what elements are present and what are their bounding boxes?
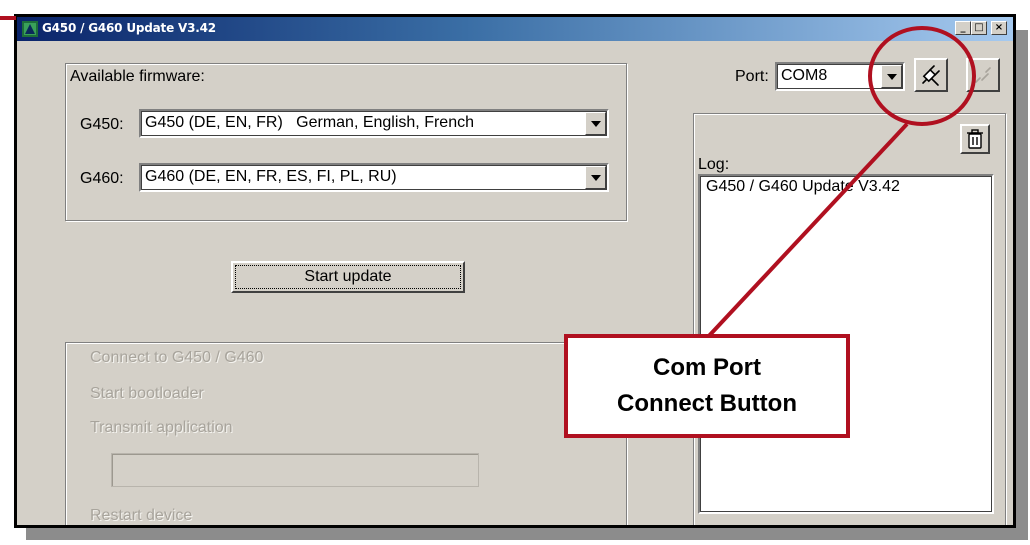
port-value: COM8 bbox=[781, 67, 828, 84]
chevron-down-icon[interactable] bbox=[881, 65, 902, 88]
port-select[interactable]: COM8 bbox=[775, 62, 905, 91]
chevron-down-icon[interactable] bbox=[585, 166, 606, 189]
g450-firmware-select[interactable]: G450 (DE, EN, FR) German, English, Frenc… bbox=[139, 109, 609, 138]
clear-log-button[interactable] bbox=[960, 124, 990, 154]
chevron-down-icon[interactable] bbox=[585, 112, 606, 135]
callout-line-2: Connect Button bbox=[617, 390, 797, 417]
log-line: G450 / G460 Update V3.42 bbox=[706, 178, 900, 195]
close-icon: × bbox=[994, 22, 1004, 33]
steps-group: Connect to G450 / G460 Start bootloader … bbox=[65, 342, 627, 525]
maximize-button[interactable]: □ bbox=[971, 21, 987, 35]
app-icon bbox=[22, 21, 38, 37]
g450-label: G450: bbox=[80, 116, 124, 133]
g460-label: G460: bbox=[80, 170, 124, 187]
g460-firmware-select[interactable]: G460 (DE, EN, FR, ES, FI, PL, RU) bbox=[139, 163, 609, 192]
app-window: G450 / G460 Update V3.42 _ □ × Available… bbox=[14, 14, 1016, 528]
trash-icon bbox=[967, 129, 983, 149]
callout-line-1: Com Port bbox=[653, 354, 761, 381]
g460-firmware-value: G460 (DE, EN, FR, ES, FI, PL, RU) bbox=[145, 168, 397, 185]
plug-icon bbox=[922, 65, 940, 86]
firmware-group: Available firmware: G450: G450 (DE, EN, … bbox=[65, 63, 627, 221]
firmware-group-label: Available firmware: bbox=[70, 68, 205, 85]
log-label: Log: bbox=[698, 156, 730, 173]
unplug-icon bbox=[975, 67, 991, 83]
start-update-button[interactable]: Start update bbox=[231, 261, 465, 293]
step-bootloader: Start bootloader bbox=[90, 385, 204, 402]
step-restart: Restart device bbox=[90, 507, 193, 524]
disconnect-button[interactable] bbox=[966, 58, 1000, 92]
step-connect: Connect to G450 / G460 bbox=[90, 349, 264, 366]
focus-rect bbox=[235, 265, 461, 289]
port-label: Port: bbox=[735, 68, 769, 85]
g450-firmware-value: G450 (DE, EN, FR) German, English, Frenc… bbox=[145, 114, 474, 131]
maximize-icon: □ bbox=[974, 22, 984, 33]
annotation-callout: Com Port Connect Button bbox=[564, 334, 850, 438]
title-bar[interactable]: G450 / G460 Update V3.42 _ □ × bbox=[17, 17, 1013, 41]
minimize-button[interactable]: _ bbox=[955, 21, 971, 35]
close-button[interactable]: × bbox=[991, 21, 1007, 35]
connect-button[interactable] bbox=[914, 58, 948, 92]
step-transmit: Transmit application bbox=[90, 419, 233, 436]
log-group: Log: G450 / G460 Update V3.42 bbox=[693, 113, 1006, 525]
transmit-progress-bar bbox=[111, 453, 479, 487]
minimize-icon: _ bbox=[960, 22, 966, 33]
window-title: G450 / G460 Update V3.42 bbox=[42, 21, 216, 35]
